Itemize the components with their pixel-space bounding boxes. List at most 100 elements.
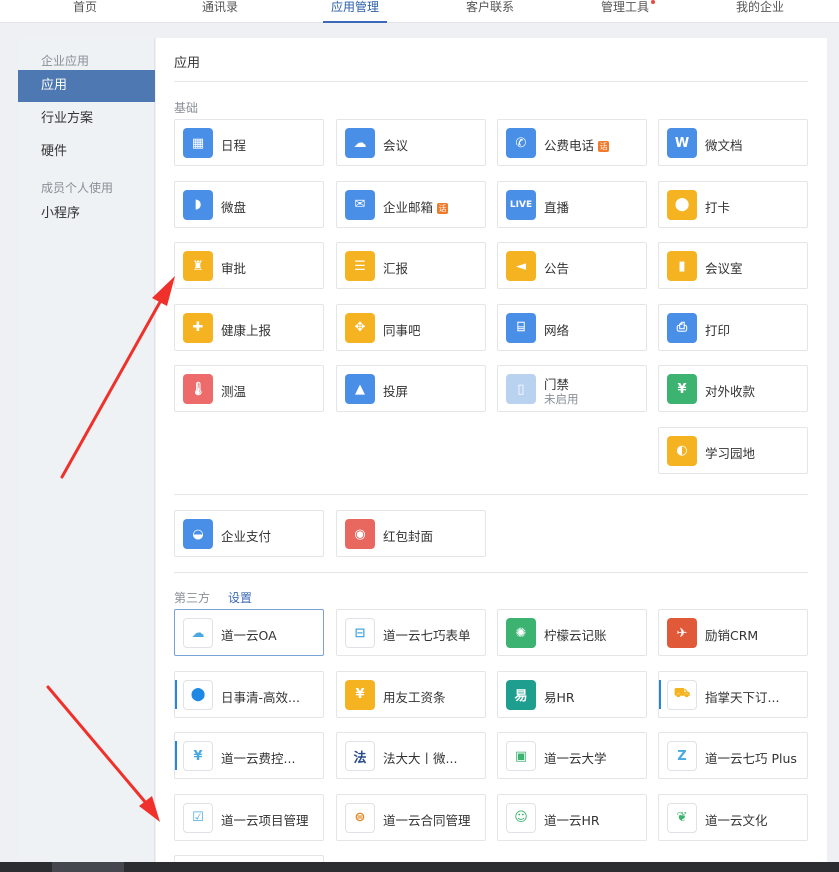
truck-icon: ⛟ [667, 679, 697, 710]
divider [174, 494, 808, 495]
stamp-icon: ♜ [183, 251, 213, 281]
sidebar-item-industry-solutions[interactable]: 行业方案 [18, 103, 155, 135]
app-card[interactable]: ▮ 会议室 [658, 242, 808, 289]
app-card[interactable]: ✥ 同事吧 [336, 303, 486, 351]
app-card[interactable]: ✺ 柠檬云记账 [497, 609, 647, 656]
app-card[interactable]: ☁ 道一云OA [174, 609, 324, 656]
nav-admin-tools-label: 管理工具 [601, 0, 655, 14]
planet-icon: ◐ [667, 435, 697, 466]
app-card[interactable]: 法法大大丨微... [336, 732, 486, 779]
app-card-label: 道一云文化 [705, 810, 768, 829]
app-card[interactable]: ⌸ 网络 [497, 303, 647, 351]
app-card[interactable]: ⛟ 指掌天下订... [658, 670, 808, 718]
app-name: 对外收款 [705, 384, 756, 399]
sidebar-item-mini-programs[interactable]: 小程序 [18, 198, 155, 230]
app-card[interactable]: ⊟ 道一云七巧表单 [336, 609, 486, 656]
app-card[interactable]: ◗ 微盘 [174, 180, 324, 228]
app-card-label: 指掌天下订... [705, 687, 779, 706]
app-card[interactable]: ¥ 对外收款 [658, 365, 808, 412]
app-card[interactable]: ⬤ 日事清-高效... [174, 670, 324, 718]
calendar-icon: ▦ [183, 128, 213, 158]
app-name: 企业邮箱 [383, 199, 434, 215]
app-card[interactable]: ☰ 汇报 [336, 242, 486, 289]
cloud-meeting-icon: ☁ [345, 128, 375, 158]
sidebar-item-hardware[interactable]: 硬件 [18, 136, 155, 168]
door-access-icon: ▯ [506, 374, 536, 404]
app-card[interactable]: LIVE 直播 [497, 180, 647, 228]
live-icon: LIVE [506, 189, 536, 220]
app-card[interactable]: Z 道一云七巧 Plus [658, 732, 808, 779]
hr-logo-icon: 易 [506, 679, 536, 710]
app-card[interactable]: ▯ 门禁 未启用 [497, 365, 647, 412]
sidebar-item-apps[interactable]: 应用 [18, 70, 155, 102]
app-card[interactable]: 易易HR [497, 670, 647, 718]
app-card-label: 对外收款 [705, 381, 755, 400]
payslip-icon: ¥ [345, 679, 375, 710]
app-name: 道一云合同管理 [383, 812, 471, 828]
nav-app-management[interactable]: 应用管理 [323, 0, 387, 23]
colleague-icon: ✥ [345, 312, 375, 343]
app-card[interactable]: ▦ 日程 [174, 119, 324, 166]
app-card[interactable]: ▣ 道一云大学 [497, 732, 647, 779]
app-card[interactable]: ◉ 红包封面 [336, 510, 486, 557]
lemon-icon: ✺ [506, 618, 536, 648]
app-name: 道一云HR [544, 812, 600, 828]
app-card[interactable]: ♜ 审批 [174, 242, 324, 289]
app-card[interactable]: ✉ 企业邮箱话 [336, 180, 486, 228]
app-card[interactable]: ✆ 公费电话话 [497, 119, 647, 166]
app-name: 道一云大学 [544, 751, 607, 766]
app-card-label: 汇报 [383, 258, 408, 277]
app-card[interactable]: ☁ 会议 [336, 119, 486, 166]
app-name: 道一云项目管理 [221, 812, 309, 828]
app-card[interactable]: ◄ 公告 [497, 242, 647, 289]
wallet-icon: ◒ [183, 519, 213, 549]
app-card-label: 公告 [544, 258, 569, 277]
leaf-icon: ❦ [667, 802, 697, 833]
sidebar-group-personal-use: 成员个人使用 [41, 181, 114, 195]
app-card[interactable]: ☑ 道一云项目管理 [174, 793, 324, 841]
mail-icon: ✉ [345, 189, 375, 220]
app-name: 打印 [705, 322, 731, 338]
nav-home[interactable]: 首页 [48, 0, 122, 23]
app-card-label: 道一云OA [221, 625, 277, 644]
app-card[interactable]: ☺ 道一云HR [497, 793, 647, 841]
app-card[interactable]: ⬤ 打卡 [658, 180, 808, 228]
megaphone-icon: ◄ [506, 251, 536, 281]
app-card[interactable]: ⊜ 道一云合同管理 [336, 793, 486, 841]
app-card[interactable]: ◐ 学习园地 [658, 426, 808, 474]
drive-icon: ◗ [183, 189, 213, 220]
app-card-label: 法大大丨微... [383, 748, 457, 767]
paid-badge: 话 [437, 202, 449, 214]
app-card[interactable]: W 微文档 [658, 119, 808, 166]
app-card[interactable]: ✚ 健康上报 [174, 303, 324, 351]
nav-customer-contact[interactable]: 客户联系 [453, 0, 527, 23]
app-card[interactable]: 🌡 测温 [174, 365, 324, 412]
page-title: 应用 [174, 56, 201, 71]
red-envelope-icon: ◉ [345, 519, 375, 549]
router-icon: ⌸ [506, 312, 536, 343]
app-card[interactable]: ¥ 用友工资条 [336, 670, 486, 718]
app-card[interactable]: ¥ 道一云费控... [174, 732, 324, 779]
app-card-label: 道一云费控... [221, 748, 295, 767]
nav-customer-contact-label: 客户联系 [465, 0, 514, 14]
app-name: 柠檬云记账 [544, 628, 607, 643]
nav-my-enterprise[interactable]: 我的企业 [723, 0, 797, 23]
app-name: 红包封面 [383, 529, 434, 544]
app-name: 公告 [544, 261, 570, 276]
taskbar-tab[interactable] [52, 862, 124, 872]
app-name: 道一云文化 [705, 812, 768, 828]
app-card[interactable]: ✈ 励销CRM [658, 609, 808, 656]
app-card[interactable]: ▲ 投屏 [336, 365, 486, 412]
app-card[interactable]: ⎙ 打印 [658, 303, 808, 351]
app-card[interactable]: ❦ 道一云文化 [658, 793, 808, 841]
app-card-label: 励销CRM [705, 625, 758, 644]
nav-contacts[interactable]: 通讯录 [183, 0, 257, 23]
app-name: 测温 [221, 384, 247, 399]
location-pin-icon: ⬤ [667, 189, 697, 220]
third-party-settings-link[interactable]: 设置 [228, 589, 252, 606]
app-name: 日事清-高效... [221, 689, 300, 705]
app-card-label: 红包封面 [383, 526, 433, 545]
app-card[interactable]: ◒ 企业支付 [174, 510, 324, 557]
nav-admin-tools[interactable]: 管理工具 [590, 0, 660, 23]
paid-badge: 话 [598, 141, 610, 152]
